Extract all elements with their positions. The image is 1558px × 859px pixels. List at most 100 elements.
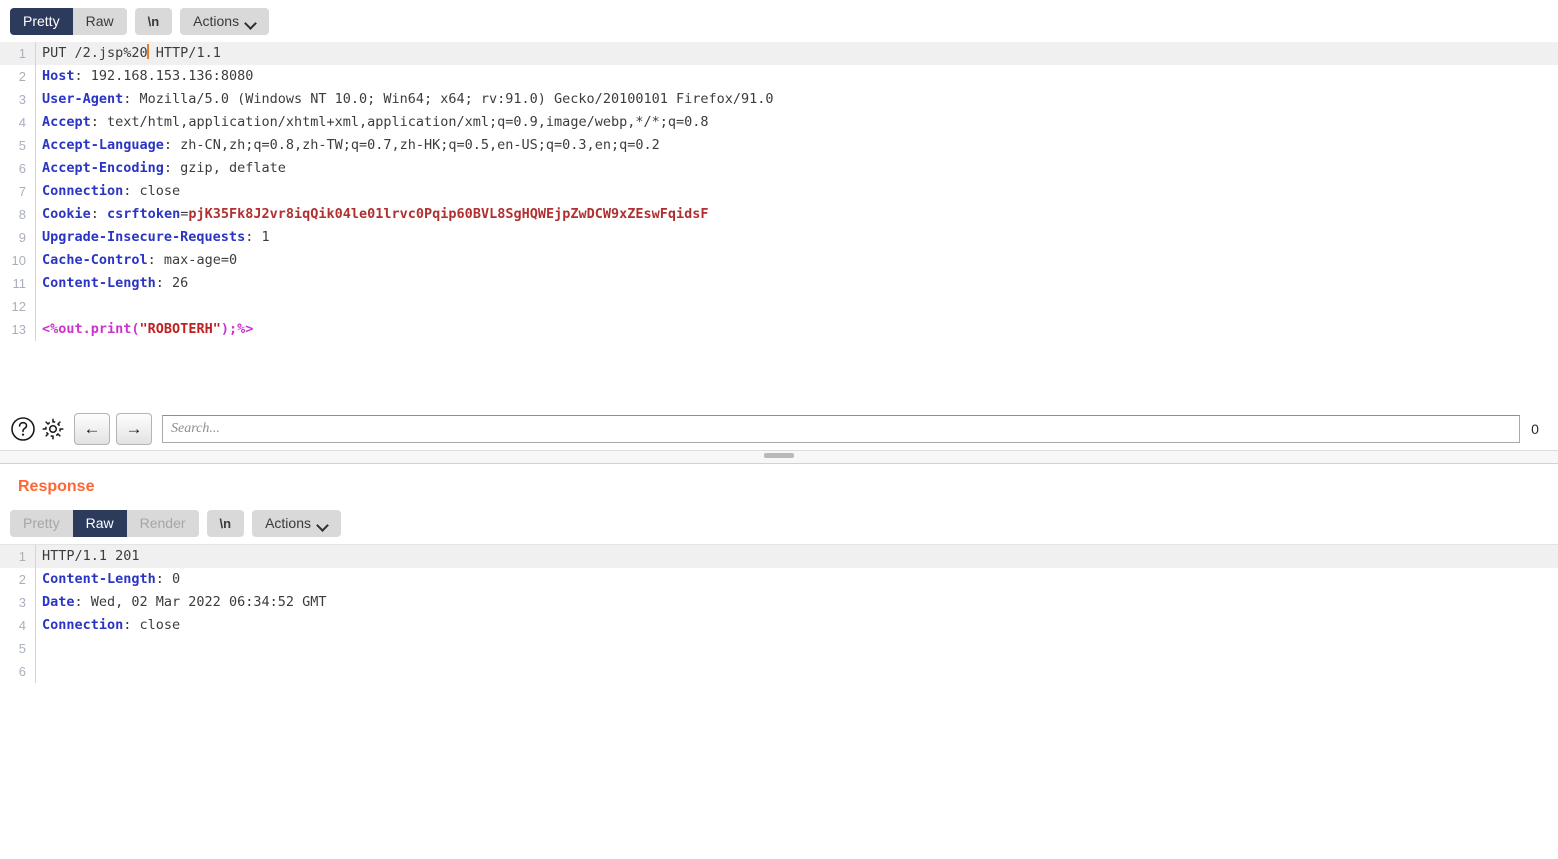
- request-editor[interactable]: 1 PUT /2.jsp%20 HTTP/1.1 2 Host: 192.168.15…: [0, 42, 1558, 408]
- line-content: <%out.print("ROBOTERH");%>: [35, 318, 253, 341]
- response-pane: Response Pretty Raw Render \n Actions 1 H…: [0, 464, 1558, 785]
- editor-line: 3 User-Agent: Mozilla/5.0 (Windows NT 10.…: [0, 88, 1558, 111]
- response-actions-label: Actions: [265, 515, 311, 531]
- tab-response-pretty[interactable]: Pretty: [10, 510, 73, 537]
- editor-line: 6 Accept-Encoding: gzip, deflate: [0, 157, 1558, 180]
- line-segment: : gzip, deflate: [163, 160, 286, 176]
- gear-icon[interactable]: [38, 414, 68, 444]
- line-segment: : Wed, 02 Mar 2022 06:34:52 GMT: [74, 594, 327, 610]
- line-number: 8: [18, 207, 26, 222]
- editor-line: 12: [0, 295, 1558, 318]
- editor-line: 3 Date: Wed, 02 Mar 2022 06:34:52 GMT: [0, 591, 1558, 614]
- editor-line: 4 Connection: close: [0, 614, 1558, 637]
- editor-line: 9 Upgrade-Insecure-Requests: 1: [0, 226, 1558, 249]
- line-segment: Content-Length: [42, 275, 156, 291]
- response-tabbar: Pretty Raw Render \n Actions: [0, 502, 1558, 544]
- line-content: [35, 295, 50, 318]
- search-prev-button[interactable]: ←: [74, 413, 110, 445]
- line-number: 2: [18, 572, 26, 587]
- editor-line: 4 Accept: text/html,application/xhtml+xml…: [0, 111, 1558, 134]
- line-segment: : close: [123, 617, 181, 633]
- line-content: Accept: text/html,application/xhtml+xml,…: [35, 111, 709, 134]
- pane-splitter[interactable]: [0, 450, 1558, 464]
- request-tabbar: Pretty Raw \n Actions: [0, 0, 1558, 42]
- line-segment: PUT /2.jsp%20: [42, 45, 148, 61]
- response-format-tabs: Pretty Raw Render: [10, 510, 199, 537]
- chevron-down-icon: [246, 19, 257, 26]
- line-number: 1: [18, 549, 26, 564]
- chevron-down-icon: [318, 521, 329, 528]
- help-circle-icon[interactable]: [8, 414, 38, 444]
- line-content: [35, 660, 50, 683]
- line-segment: : zh-CN,zh;q=0.8,zh-TW;q=0.7,zh-HK;q=0.5…: [163, 137, 660, 153]
- line-segment: Cache-Control: [42, 252, 148, 268]
- line-segment: User-Agent: [42, 91, 124, 107]
- line-content: HTTP/1.1 201: [35, 545, 140, 568]
- line-segment: Date: [42, 594, 75, 610]
- line-content: Content-Length: 26: [35, 272, 188, 295]
- line-number: 12: [11, 299, 26, 314]
- request-newline-toggle-group: \n: [134, 8, 173, 35]
- line-segment: Accept-Encoding: [42, 160, 164, 176]
- request-pane: Pretty Raw \n Actions 1 PUT /2.jsp%20 HTT…: [0, 0, 1558, 408]
- editor-line: 2 Content-Length: 0: [0, 568, 1558, 591]
- response-actions-button[interactable]: Actions: [252, 510, 341, 537]
- line-number: 6: [18, 161, 26, 176]
- line-segment: <%out.print(: [42, 321, 140, 337]
- tab-response-render[interactable]: Render: [126, 510, 199, 537]
- line-number: 4: [18, 618, 26, 633]
- line-content: Connection: close: [35, 614, 180, 637]
- response-editor[interactable]: 1 HTTP/1.1 201 2 Content-Length: 0 3 Date: We…: [0, 544, 1558, 785]
- tab-response-newline[interactable]: \n: [206, 510, 245, 537]
- line-segment: Accept-Language: [42, 137, 164, 153]
- line-number: 6: [18, 664, 26, 679]
- editor-line: 6: [0, 660, 1558, 683]
- line-number: 11: [12, 276, 27, 291]
- editor-line: 2 Host: 192.168.153.136:8080: [0, 65, 1558, 88]
- line-segment: pjK35Fk8J2vr8iqQik04le01lrvc0Pqip60BVL8S…: [188, 206, 709, 222]
- line-content: Cookie: csrftoken=pjK35Fk8J2vr8iqQik04le…: [35, 203, 709, 226]
- editor-line: 11 Content-Length: 26: [0, 272, 1558, 295]
- tab-response-raw[interactable]: Raw: [72, 510, 127, 537]
- line-number: 5: [18, 641, 26, 656]
- request-search-toolbar: ← → Search... 0: [0, 408, 1558, 450]
- line-segment: : 26: [155, 275, 189, 291]
- line-segment: : Mozilla/5.0 (Windows NT 10.0; Win64; x…: [123, 91, 774, 107]
- request-actions-label: Actions: [193, 13, 240, 29]
- line-segment: : max-age=0: [147, 252, 238, 268]
- tab-request-raw[interactable]: Raw: [72, 8, 127, 35]
- editor-line: 7 Connection: close: [0, 180, 1558, 203]
- line-segment: HTTP/1.1: [147, 45, 221, 61]
- line-segment: Connection: [42, 617, 124, 633]
- line-segment: );%>: [220, 321, 254, 337]
- search-input[interactable]: Search...: [162, 415, 1520, 443]
- response-title: Response: [18, 478, 95, 495]
- line-number: 4: [18, 115, 26, 130]
- line-number: 3: [18, 92, 26, 107]
- editor-line: 1 HTTP/1.1 201: [0, 545, 1558, 568]
- line-number: 2: [18, 69, 26, 84]
- line-number: 9: [18, 230, 26, 245]
- line-content: User-Agent: Mozilla/5.0 (Windows NT 10.0…: [35, 88, 774, 111]
- request-actions-button[interactable]: Actions: [180, 8, 270, 35]
- line-segment: : 1: [245, 229, 270, 245]
- editor-line: 5: [0, 637, 1558, 660]
- search-next-button[interactable]: →: [116, 413, 152, 445]
- tab-request-newline[interactable]: \n: [134, 8, 173, 35]
- line-content: Accept-Encoding: gzip, deflate: [35, 157, 286, 180]
- search-input-placeholder: Search...: [171, 421, 220, 436]
- search-match-count: 0: [1531, 421, 1539, 437]
- tab-request-pretty[interactable]: Pretty: [10, 8, 73, 35]
- line-content: Host: 192.168.153.136:8080: [35, 65, 253, 88]
- line-segment: Content-Length: [42, 571, 156, 587]
- line-segment: "ROBOTERH": [139, 321, 221, 337]
- line-number: 10: [11, 253, 26, 268]
- line-segment: csrftoken: [107, 206, 181, 222]
- splitter-grip[interactable]: [764, 453, 794, 458]
- line-segment: : close: [123, 183, 181, 199]
- line-number: 13: [11, 322, 26, 337]
- line-segment: : text/html,application/xhtml+xml,applic…: [90, 114, 709, 130]
- line-segment: : 192.168.153.136:8080: [74, 68, 254, 84]
- line-content: Connection: close: [35, 180, 180, 203]
- line-segment: Accept: [42, 114, 91, 130]
